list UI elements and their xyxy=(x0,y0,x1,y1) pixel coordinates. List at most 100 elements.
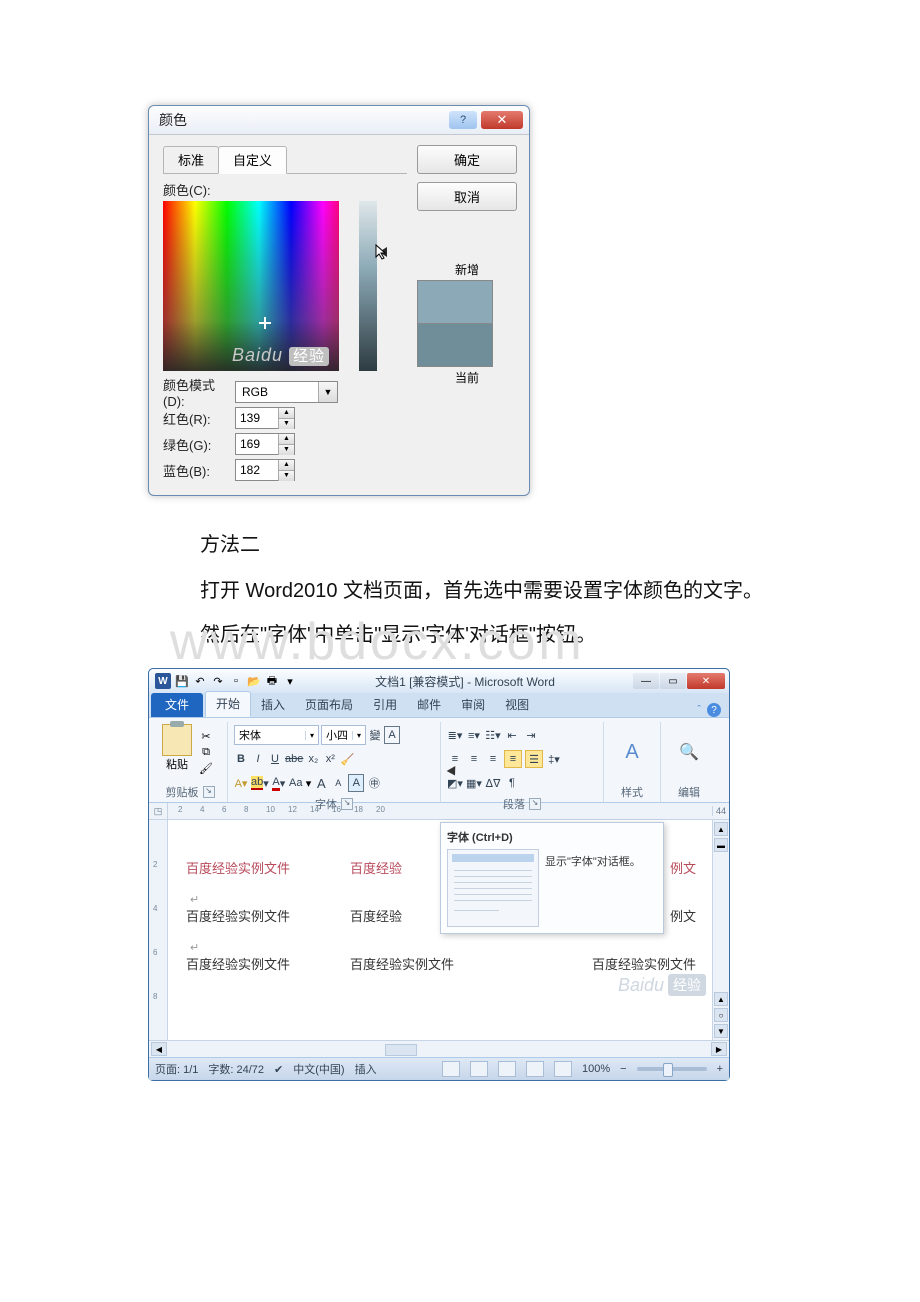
view-outline-icon[interactable] xyxy=(526,1061,544,1077)
tab-custom[interactable]: 自定义 xyxy=(218,146,287,174)
align-justify-icon[interactable]: ≡ xyxy=(504,750,522,768)
cancel-button[interactable]: 取消 xyxy=(417,182,517,211)
blue-input[interactable] xyxy=(236,461,278,479)
ribbon-minimize-icon[interactable]: ˆ xyxy=(697,704,701,716)
strike-icon[interactable]: abe xyxy=(285,751,303,767)
increase-indent-icon[interactable]: ⇥ xyxy=(523,727,539,743)
highlight-icon[interactable]: ab▾ xyxy=(251,775,269,791)
tab-home[interactable]: 开始 xyxy=(205,691,251,717)
font-name-combo[interactable]: 宋体▾ xyxy=(234,725,319,745)
save-icon[interactable]: 💾 xyxy=(175,674,189,688)
color-mode-combo[interactable]: RGB ▼ xyxy=(235,381,338,403)
dialog-titlebar[interactable]: 颜色 ? ✕ xyxy=(149,106,529,135)
numbering-icon[interactable]: ≡▾ xyxy=(466,727,482,743)
tab-file[interactable]: 文件 xyxy=(151,693,203,717)
vertical-ruler[interactable]: 2468 xyxy=(149,820,168,1040)
status-page[interactable]: 页面: 1/1 xyxy=(155,1061,198,1077)
superscript-icon[interactable]: x² xyxy=(323,751,337,767)
spin-up-icon[interactable]: ▲ xyxy=(278,408,294,418)
scroll-up-icon[interactable]: ▲ xyxy=(714,822,728,836)
undo-icon[interactable]: ↶ xyxy=(193,674,207,688)
zoom-out-icon[interactable]: − xyxy=(620,1063,626,1075)
paste-button[interactable]: 粘贴 xyxy=(159,722,195,782)
scroll-right-icon[interactable]: ▶ xyxy=(711,1042,727,1056)
tab-layout[interactable]: 页面布局 xyxy=(295,693,363,717)
bold-icon[interactable]: B xyxy=(234,751,248,767)
tab-mailings[interactable]: 邮件 xyxy=(407,693,451,717)
view-print-icon[interactable] xyxy=(442,1061,460,1077)
tab-insert[interactable]: 插入 xyxy=(251,693,295,717)
ruler-corner-icon[interactable]: ◳ xyxy=(149,803,168,819)
cut-icon[interactable]: ✂ xyxy=(199,729,213,743)
new-icon[interactable]: ▫ xyxy=(229,674,243,688)
char-border-icon[interactable]: A xyxy=(384,726,400,744)
redo-icon[interactable]: ↷ xyxy=(211,674,225,688)
view-read-icon[interactable] xyxy=(470,1061,488,1077)
close-button[interactable]: ✕ xyxy=(687,673,725,689)
prev-page-icon[interactable]: ▲ xyxy=(714,992,728,1006)
spin-down-icon[interactable]: ▼ xyxy=(278,418,294,429)
minimize-button[interactable]: — xyxy=(633,673,659,689)
spin-up-icon[interactable]: ▲ xyxy=(278,434,294,444)
clear-format-icon[interactable]: 🧹 xyxy=(340,751,354,767)
ribbon-help-icon[interactable]: ? xyxy=(707,703,721,717)
document-canvas[interactable]: 字体 (Ctrl+D) 显示"字体"对话框。 百度经验 xyxy=(168,820,712,1040)
close-button[interactable]: ✕ xyxy=(481,111,523,129)
styles-icon[interactable]: A xyxy=(625,741,638,764)
chevron-down-icon[interactable]: ▾ xyxy=(352,731,365,740)
spin-down-icon[interactable]: ▼ xyxy=(278,444,294,455)
tab-references[interactable]: 引用 xyxy=(363,693,407,717)
open-icon[interactable]: 📂 xyxy=(247,674,261,688)
green-input[interactable] xyxy=(236,435,278,453)
char-shading-icon[interactable]: A xyxy=(348,774,364,792)
chevron-down-icon[interactable]: ▼ xyxy=(318,382,337,402)
qat-more-icon[interactable]: ▾ xyxy=(283,674,297,688)
find-icon[interactable]: 🔍 xyxy=(679,742,699,762)
bullets-icon[interactable]: ≣▾ xyxy=(447,727,463,743)
help-button[interactable]: ? xyxy=(449,111,477,129)
italic-icon[interactable]: I xyxy=(251,751,265,767)
luminance-slider[interactable] xyxy=(359,201,377,371)
shrink-font-icon[interactable]: A xyxy=(331,775,345,791)
format-painter-icon[interactable]: 🖌 xyxy=(199,761,213,775)
status-lang[interactable]: 中文(中国) xyxy=(293,1061,344,1077)
borders-icon[interactable]: ▦▾ xyxy=(466,775,482,791)
sort-icon[interactable]: ᐃᐁ xyxy=(485,775,501,791)
word-titlebar[interactable]: W 💾 ↶ ↷ ▫ 📂 🖶 ▾ 文档1 [兼容模式] - Microsoft W… xyxy=(149,669,729,693)
red-spinner[interactable]: ▲▼ xyxy=(235,407,295,429)
align-left-icon[interactable]: ≡ xyxy=(447,751,463,767)
color-field[interactable] xyxy=(163,201,339,371)
align-right-icon[interactable]: ≡ xyxy=(485,751,501,767)
subscript-icon[interactable]: x₂ xyxy=(306,751,320,767)
align-center-icon[interactable]: ≡ xyxy=(466,751,482,767)
circled-char-icon[interactable]: ㊥ xyxy=(367,775,381,791)
tab-view[interactable]: 视图 xyxy=(495,693,539,717)
zoom-thumb[interactable] xyxy=(663,1063,673,1077)
grow-font-icon[interactable]: A xyxy=(314,775,328,791)
zoom-in-icon[interactable]: + xyxy=(717,1063,723,1075)
decrease-indent-icon[interactable]: ⇤ xyxy=(504,727,520,743)
tab-review[interactable]: 审阅 xyxy=(451,693,495,717)
font-color-icon[interactable]: A▾ xyxy=(272,775,286,791)
scroll-left-icon[interactable]: ◀ xyxy=(151,1042,167,1056)
vertical-scrollbar[interactable]: ▲ ▬ ▲ ○ ▼ xyxy=(712,820,729,1040)
view-web-icon[interactable] xyxy=(498,1061,516,1077)
green-spinner[interactable]: ▲▼ xyxy=(235,433,295,455)
proofing-icon[interactable]: ✔ xyxy=(274,1063,283,1076)
browse-object-icon[interactable]: ○ xyxy=(714,1008,728,1022)
status-insert[interactable]: 插入 xyxy=(355,1061,377,1077)
distribute-icon[interactable]: ☰ xyxy=(525,750,543,768)
maximize-button[interactable]: ▭ xyxy=(660,673,686,689)
next-page-icon[interactable]: ▼ xyxy=(714,1024,728,1038)
clipboard-launcher-icon[interactable]: ↘ xyxy=(203,786,215,798)
change-case-icon[interactable]: Aa xyxy=(289,775,303,791)
scroll-thumb[interactable] xyxy=(385,1044,417,1056)
zoom-slider[interactable] xyxy=(637,1067,707,1071)
status-words[interactable]: 字数: 24/72 xyxy=(208,1061,264,1077)
underline-icon[interactable]: U xyxy=(268,751,282,767)
horizontal-ruler[interactable]: ◳ 2468101214161820 44 xyxy=(149,803,729,820)
scroll-split-icon[interactable]: ▬ xyxy=(714,838,728,852)
ok-button[interactable]: 确定 xyxy=(417,145,517,174)
show-marks-icon[interactable]: ¶ xyxy=(504,775,520,791)
tab-standard[interactable]: 标准 xyxy=(163,146,219,174)
